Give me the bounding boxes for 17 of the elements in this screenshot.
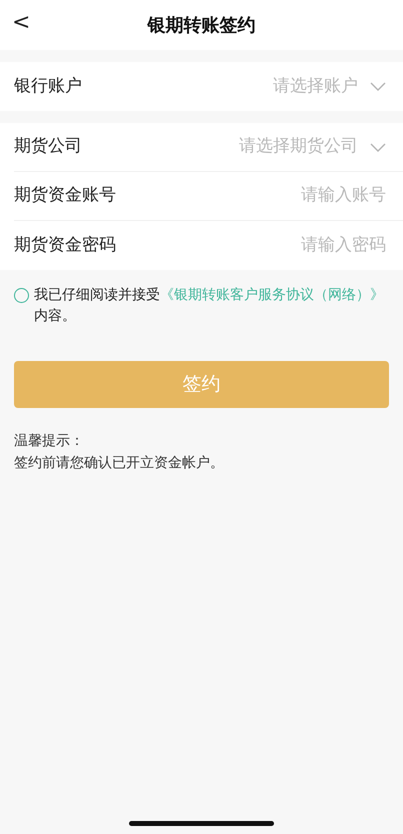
field-label: 期货资金账号 [14, 184, 116, 208]
field-label: 期货公司 [14, 135, 82, 158]
field-label: 银行账户 [14, 74, 82, 98]
chevron-down-icon [370, 82, 386, 91]
tip-text: 签约前请您确认已开立资金帐户。 [14, 454, 225, 473]
input-field[interactable]: 请输入账号 [206, 183, 386, 209]
input-field[interactable]: 请输入密码 [206, 232, 386, 258]
select-field[interactable]: 请选择期货公司 [239, 134, 386, 160]
agreement-text: 我已仔细阅读并接受《银期转账客户服务协议（网络）》 内容。 [34, 286, 385, 326]
page-title: 银期转账签约 [148, 14, 256, 38]
agreement-link[interactable]: 《银期转账客户服务协议（网络）》 [160, 287, 384, 303]
select-field[interactable]: 请选择账户 [273, 74, 386, 100]
back-button[interactable]: < [12, 12, 30, 34]
agreement-checkbox[interactable] [14, 288, 29, 303]
field-label: 期货资金密码 [14, 234, 116, 257]
tip-text: 温馨提示： [14, 432, 85, 451]
chevron-down-icon [370, 142, 386, 152]
